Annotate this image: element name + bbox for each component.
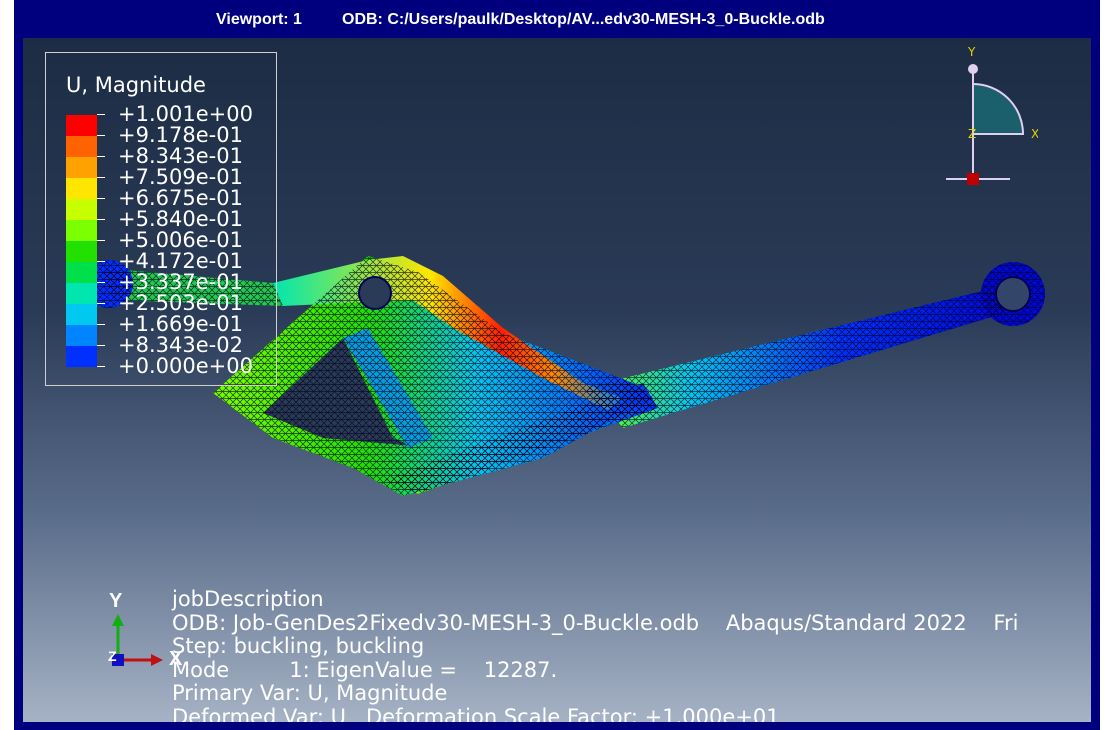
legend-value: +8.343e-02 xyxy=(118,333,243,357)
legend-tick xyxy=(97,282,105,283)
legend-tick xyxy=(97,240,105,241)
triad-z-label: Z xyxy=(968,127,976,141)
odb-path: ODB: C:/Users/paulk/Desktop/AV...edv30-M… xyxy=(342,11,825,28)
legend-tick xyxy=(97,219,105,220)
legend-value: +0.000e+00 xyxy=(118,354,253,378)
legend-swatch xyxy=(66,115,97,136)
legend-tick xyxy=(97,135,105,136)
legend-value: +3.337e-01 xyxy=(118,270,243,294)
legend-swatch xyxy=(66,262,97,283)
axis-y-label: Y xyxy=(109,590,123,612)
solver-version: Abaqus/Standard 2022 xyxy=(725,610,967,635)
legend-title: U, Magnitude xyxy=(66,73,206,97)
graphics-canvas[interactable]: U, Magnitude +1.001e+00 +9.178e-01 +8.343e… xyxy=(23,38,1091,722)
primary-var-info: Primary Var: U, Magnitude xyxy=(172,681,448,705)
legend-value: +7.509e-01 xyxy=(118,165,243,189)
legend-swatch xyxy=(66,241,97,262)
legend-tick xyxy=(97,114,105,115)
legend-swatch xyxy=(66,283,97,304)
legend-tick xyxy=(97,324,105,325)
legend-value: +1.669e-01 xyxy=(118,312,243,336)
contour-legend[interactable]: U, Magnitude +1.001e+00 +9.178e-01 +8.343e… xyxy=(45,52,277,386)
legend-value: +8.343e-01 xyxy=(118,144,243,168)
axis-z-label: Z xyxy=(108,648,117,664)
date-text: Fri xyxy=(993,610,1019,635)
triad-x-label: X xyxy=(1031,127,1038,141)
legend-value: +6.675e-01 xyxy=(118,186,243,210)
odb-name: ODB: Job-GenDes2Fixedv30-MESH-3_0-Buckle… xyxy=(172,610,700,635)
legend-swatch xyxy=(66,304,97,325)
legend-swatch xyxy=(66,346,97,367)
title-block: jobDescription ODB: Job-GenDes2Fixedv30-… xyxy=(172,587,1019,722)
legend-swatch xyxy=(66,157,97,178)
legend-tick xyxy=(97,345,105,346)
legend-value: +9.178e-01 xyxy=(118,123,243,147)
legend-value: +1.001e+00 xyxy=(118,102,253,126)
triad-y-label: Y xyxy=(967,45,976,59)
legend-tick xyxy=(97,198,105,199)
legend-swatch xyxy=(66,136,97,157)
legend-value: +5.840e-01 xyxy=(118,207,243,231)
legend-swatch xyxy=(66,178,97,199)
pin-hole-top xyxy=(358,276,392,310)
legend-swatch xyxy=(66,325,97,346)
deformed-var-info: Deformed Var: U Deformation Scale Factor… xyxy=(172,704,780,722)
legend-swatch xyxy=(66,199,97,220)
viewport-window: Viewport: 1 ODB: C:/Users/paulk/Desktop/… xyxy=(14,0,1100,730)
step-info: Step: buckling, buckling xyxy=(172,634,425,658)
view-triad[interactable]: Y X Z xyxy=(918,44,1038,194)
viewport-name: Viewport: 1 xyxy=(216,11,302,28)
viewport-title-bar[interactable]: Viewport: 1 ODB: C:/Users/paulk/Desktop/… xyxy=(14,0,1100,38)
legend-value: +4.172e-01 xyxy=(118,249,243,273)
legend-swatch xyxy=(66,220,97,241)
legend-tick xyxy=(97,261,105,262)
legend-value: +2.503e-01 xyxy=(118,291,243,315)
legend-tick xyxy=(97,177,105,178)
global-axes: Y X Z xyxy=(83,590,183,680)
legend-tick xyxy=(97,366,105,367)
legend-value: +5.006e-01 xyxy=(118,228,243,252)
legend-tick xyxy=(97,156,105,157)
pin-hole-right xyxy=(995,276,1031,312)
job-description: jobDescription xyxy=(172,587,324,611)
mode-info: Mode 1: EigenValue = 12287. xyxy=(172,657,558,682)
legend-tick xyxy=(97,303,105,304)
odb-info-line: ODB: Job-GenDes2Fixedv30-MESH-3_0-Buckle… xyxy=(172,610,1019,636)
